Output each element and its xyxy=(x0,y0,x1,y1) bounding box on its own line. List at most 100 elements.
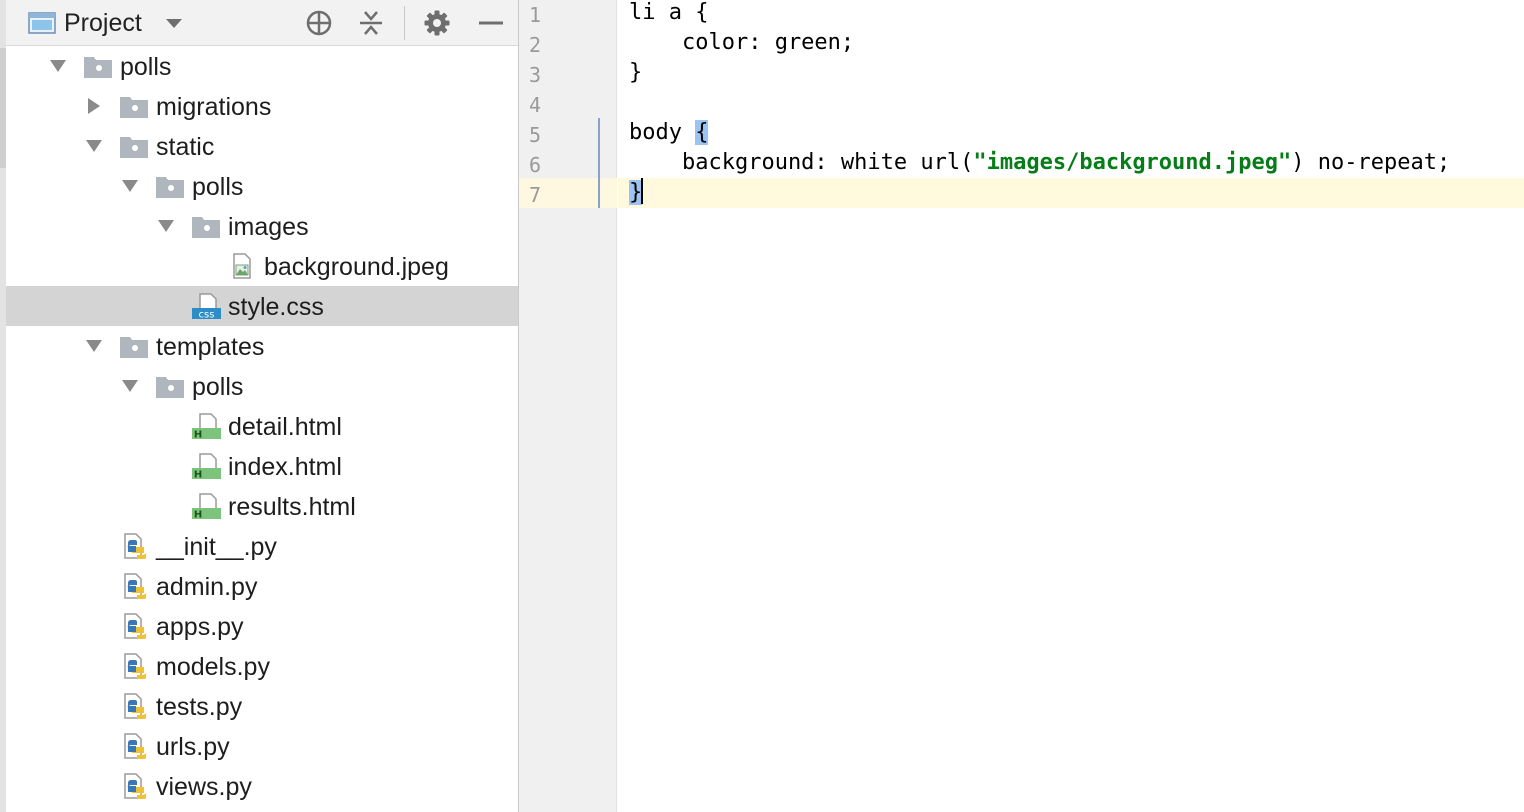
tree-item-label: __init__.py xyxy=(156,533,277,561)
expanded-arrow-icon[interactable] xyxy=(49,57,67,75)
code-line-1[interactable]: li a { xyxy=(629,0,708,28)
crosshair-icon[interactable] xyxy=(304,8,334,38)
line-number: 1 xyxy=(529,3,542,27)
line-number: 6 xyxy=(529,153,542,177)
matched-brace-close: } xyxy=(629,180,643,205)
expanded-arrow-icon[interactable] xyxy=(85,137,103,155)
tree-item-static[interactable]: static xyxy=(6,126,518,166)
collapse-all-icon[interactable] xyxy=(356,8,386,38)
project-panel-header: Project xyxy=(6,0,518,46)
python-file-icon xyxy=(124,533,147,559)
expanded-arrow-icon[interactable] xyxy=(121,377,139,395)
line-number: 7 xyxy=(529,183,542,207)
code-line-7[interactable]: } xyxy=(629,178,644,208)
tree-item-label: polls xyxy=(120,53,172,81)
tree-item-label: style.css xyxy=(228,293,324,321)
python-file-icon xyxy=(124,653,147,679)
tree-item-background-jpeg[interactable]: background.jpeg xyxy=(6,246,518,286)
tree-item-label: admin.py xyxy=(156,573,258,601)
current-line-highlight xyxy=(618,178,1524,208)
tree-item-templates[interactable]: templates xyxy=(6,326,518,366)
tree-item-style-css[interactable]: css style.css xyxy=(6,286,518,326)
tree-item-label: views.py xyxy=(156,773,252,801)
chevron-down-icon[interactable] xyxy=(164,13,184,33)
tree-item-views-py[interactable]: views.py xyxy=(6,766,518,806)
minimize-icon[interactable] xyxy=(476,8,506,38)
html-file-icon: H xyxy=(192,413,221,440)
tree-item-models-py[interactable]: models.py xyxy=(6,646,518,686)
line-number: 3 xyxy=(529,63,542,87)
tree-item-templates-polls[interactable]: polls xyxy=(6,366,518,406)
tree-item-label: polls xyxy=(192,173,244,201)
tree-item-label: detail.html xyxy=(228,413,342,441)
gear-icon[interactable] xyxy=(422,8,452,38)
line-number-gutter[interactable]: 1 2 3 4 5 6 7 xyxy=(519,0,617,812)
folder-icon xyxy=(156,377,184,398)
html-file-icon: H xyxy=(192,453,221,480)
python-file-icon xyxy=(124,773,147,799)
code-token-property: background: white url( xyxy=(629,150,974,175)
line-number: 5 xyxy=(529,123,542,147)
html-file-icon: H xyxy=(192,493,221,520)
code-line-3[interactable]: } xyxy=(629,58,642,88)
folder-icon xyxy=(120,137,148,158)
tree-item-label: results.html xyxy=(228,493,356,521)
tree-item-static-polls[interactable]: polls xyxy=(6,166,518,206)
line-number: 4 xyxy=(529,93,542,117)
toolbar-separator xyxy=(404,6,405,40)
brace-scope-indicator xyxy=(598,118,600,208)
project-tool-window: Project polls migrations static polls im… xyxy=(0,0,519,812)
svg-text:H: H xyxy=(194,430,202,440)
expanded-arrow-icon[interactable] xyxy=(85,337,103,355)
tree-item-index-html[interactable]: H index.html xyxy=(6,446,518,486)
image-file-icon xyxy=(233,253,251,279)
code-line-6[interactable]: background: white url("images/background… xyxy=(629,148,1450,178)
tree-item-detail-html[interactable]: H detail.html xyxy=(6,406,518,446)
tree-item-images[interactable]: images xyxy=(6,206,518,246)
css-file-icon: css xyxy=(192,293,221,320)
project-view-selector[interactable]: Project xyxy=(64,9,142,37)
folder-icon xyxy=(120,337,148,358)
tree-item-apps-py[interactable]: apps.py xyxy=(6,606,518,646)
python-file-icon xyxy=(124,693,147,719)
svg-text:css: css xyxy=(199,310,215,320)
tree-item-label: static xyxy=(156,133,215,161)
tree-item-label: templates xyxy=(156,333,265,361)
project-tree: polls migrations static polls images bac… xyxy=(6,46,518,812)
tree-item-migrations[interactable]: migrations xyxy=(6,86,518,126)
tree-item-label: migrations xyxy=(156,93,272,121)
code-token-selector: body xyxy=(629,120,696,145)
tree-item-label: apps.py xyxy=(156,613,244,641)
matched-brace-open: { xyxy=(695,120,709,145)
folder-icon xyxy=(192,217,220,238)
code-token-string: "images/background.jpeg" xyxy=(973,150,1292,175)
python-file-icon xyxy=(124,733,147,759)
tree-item-tests-py[interactable]: tests.py xyxy=(6,686,518,726)
tree-item-results-html[interactable]: H results.html xyxy=(6,486,518,526)
svg-text:H: H xyxy=(194,510,202,520)
code-token-value: ) no-repeat; xyxy=(1291,150,1451,175)
tree-item-polls[interactable]: polls xyxy=(6,46,518,86)
text-caret xyxy=(641,178,644,204)
folder-icon xyxy=(156,177,184,198)
tree-item-label: images xyxy=(228,213,309,241)
code-line-2[interactable]: color: green; xyxy=(629,28,854,58)
python-file-icon xyxy=(124,613,147,639)
python-file-icon xyxy=(124,573,147,599)
tree-item-label: index.html xyxy=(228,453,342,481)
folder-icon xyxy=(120,97,148,118)
code-line-5[interactable]: body { xyxy=(629,118,709,148)
code-editor[interactable]: 1 2 3 4 5 6 7 li a { color: green; } bod… xyxy=(519,0,1524,812)
collapsed-arrow-icon[interactable] xyxy=(85,97,103,115)
tree-item-label: models.py xyxy=(156,653,270,681)
expanded-arrow-icon[interactable] xyxy=(121,177,139,195)
tree-item-admin-py[interactable]: admin.py xyxy=(6,566,518,606)
expanded-arrow-icon[interactable] xyxy=(157,217,175,235)
folder-icon xyxy=(84,57,112,78)
tree-item-urls-py[interactable]: urls.py xyxy=(6,726,518,766)
project-view-icon xyxy=(28,12,56,34)
tree-item-init-py[interactable]: __init__.py xyxy=(6,526,518,566)
svg-text:H: H xyxy=(194,470,202,480)
tree-item-label: tests.py xyxy=(156,693,243,721)
tree-item-label: urls.py xyxy=(156,733,230,761)
